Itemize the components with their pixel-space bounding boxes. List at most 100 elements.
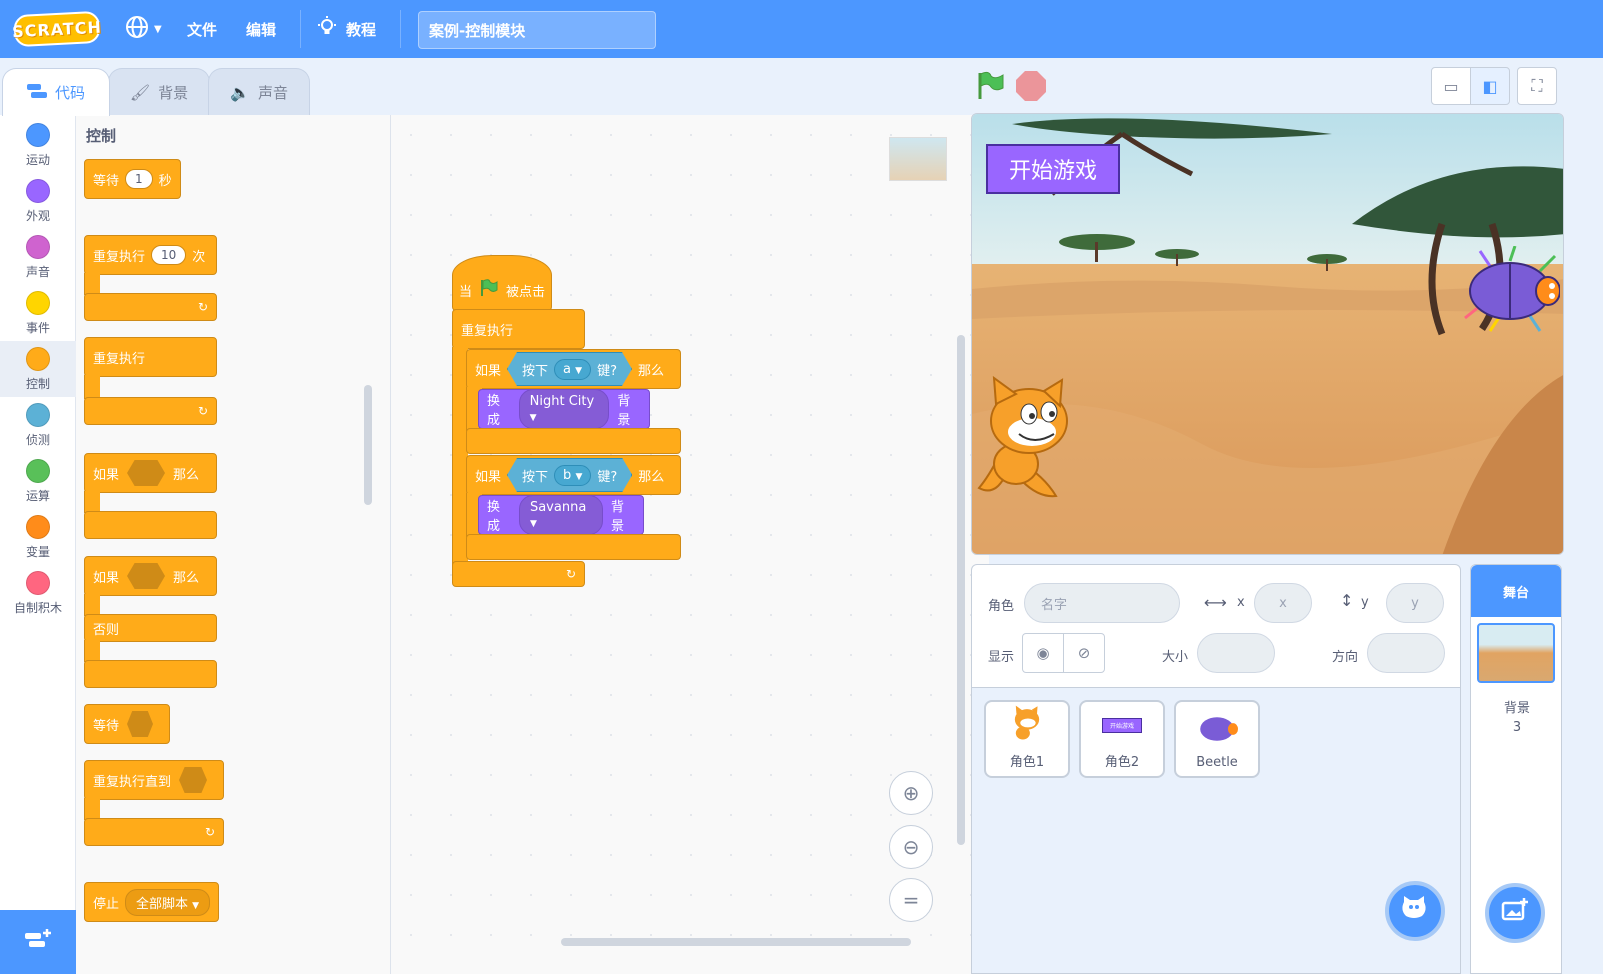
sprite-tile[interactable]: 开始游戏 角色2 — [1079, 700, 1165, 778]
block-text: 那么 — [637, 363, 664, 379]
boolean-slot[interactable] — [127, 460, 166, 486]
category-operators[interactable]: 运算 — [0, 453, 76, 509]
green-flag-button[interactable] — [977, 71, 1005, 105]
script-horizontal-scrollbar[interactable] — [561, 938, 911, 946]
block-wait-seconds[interactable]: 等待 1 秒 — [84, 159, 181, 199]
block-forever[interactable]: 重复执行 — [84, 337, 217, 377]
tab-code[interactable]: 代码 — [2, 68, 110, 116]
category-looks[interactable]: 外观 — [0, 173, 76, 229]
scratch-logo[interactable]: SCRATCH — [12, 10, 102, 48]
x-label: x — [1237, 595, 1245, 610]
edit-menu[interactable]: 编辑 — [246, 0, 276, 58]
switch-backdrop-block-2[interactable]: 换成 Savanna ▼ 背景 — [478, 495, 644, 535]
sprite-thumbnail — [1003, 705, 1051, 745]
stop-option-dropdown[interactable]: 全部脚本 ▼ — [125, 888, 211, 916]
category-motion[interactable]: 运动 — [0, 117, 76, 173]
key-pressed-block[interactable]: 按下 a ▼ 键? — [507, 352, 632, 386]
sensing-dot-icon — [26, 403, 50, 427]
block-text: 如果 — [93, 570, 120, 586]
palette-section-title: 控制 — [86, 127, 117, 145]
zoom-out-button[interactable]: ⊖ — [889, 825, 933, 869]
category-my-blocks[interactable]: 自制积木 — [0, 565, 76, 621]
hide-sprite-button[interactable]: ⊘ — [1063, 633, 1105, 673]
project-title-input[interactable]: 案例-控制模块 — [418, 11, 656, 49]
script-if-block-a[interactable]: 如果 按下 a ▼ 键? 那么 — [466, 349, 681, 389]
lightbulb-icon — [316, 16, 338, 42]
sprite-tile[interactable]: Beetle — [1174, 700, 1260, 778]
block-repeat[interactable]: 重复执行 10 次 — [84, 235, 217, 275]
backdrop-dropdown[interactable]: Savanna ▼ — [518, 495, 604, 535]
start-game-sprite[interactable]: 开始游戏 — [986, 144, 1120, 194]
tab-backdrops[interactable]: 🖌 背景 — [108, 68, 210, 116]
tab-sounds-label: 声音 — [257, 84, 288, 102]
eye-slash-icon: ⊘ — [1077, 644, 1091, 662]
small-stage-button[interactable]: ▭ — [1431, 67, 1471, 105]
key-dropdown[interactable]: a ▼ — [554, 359, 591, 380]
zoom-in-button[interactable]: ⊕ — [889, 771, 933, 815]
switch-backdrop-block-1[interactable]: 换成 Night City ▼ 背景 — [478, 389, 650, 429]
motion-dot-icon — [26, 123, 50, 147]
add-extension-button[interactable] — [0, 910, 76, 974]
script-forever-block[interactable]: 重复执行 — [452, 309, 585, 349]
language-menu[interactable]: ▼ — [124, 0, 162, 58]
block-text: 如果 — [93, 467, 120, 483]
choose-backdrop-button[interactable] — [1485, 883, 1545, 943]
key-pressed-block[interactable]: 按下 b ▼ 键? — [507, 458, 632, 492]
block-wait-until[interactable]: 等待 — [84, 704, 170, 744]
beetle-sprite[interactable] — [1460, 246, 1560, 336]
category-variables[interactable]: 变量 — [0, 509, 76, 565]
my-blocks-dot-icon — [26, 571, 50, 595]
block-c-bottom: ↻ — [84, 293, 217, 321]
boolean-slot[interactable] — [127, 711, 153, 737]
block-if-then[interactable]: 如果 那么 — [84, 453, 217, 493]
block-text: 键? — [597, 363, 617, 379]
stage-thumbnail[interactable] — [1477, 623, 1555, 683]
palette-scrollbar[interactable] — [364, 385, 372, 505]
block-number-input[interactable]: 1 — [125, 169, 153, 189]
show-sprite-button[interactable]: ◉ — [1022, 633, 1064, 673]
script-vertical-scrollbar[interactable] — [957, 335, 965, 845]
key-dropdown[interactable]: b ▼ — [554, 465, 591, 486]
block-c-arm — [84, 375, 100, 399]
boolean-slot[interactable] — [127, 563, 166, 589]
category-label: 侦测 — [25, 433, 50, 447]
category-menu: 运动 外观 声音 事件 控制 侦测 运算 变量 自制积木 — [0, 115, 76, 974]
boolean-slot[interactable] — [179, 767, 207, 793]
file-menu[interactable]: 文件 — [187, 0, 217, 58]
x-position-input[interactable]: x — [1254, 583, 1312, 623]
cat-sprite[interactable] — [974, 376, 1084, 501]
block-if-else[interactable]: 如果 那么 — [84, 556, 217, 596]
zoom-reset-button[interactable]: = — [889, 878, 933, 922]
sprite-name-input[interactable]: 名字 — [1024, 583, 1180, 623]
tab-code-label: 代码 — [54, 84, 85, 102]
stage-selector-panel[interactable]: 舞台 背景 3 — [1470, 564, 1562, 974]
category-control[interactable]: 控制 — [0, 341, 76, 397]
eye-icon: ◉ — [1036, 644, 1050, 662]
y-position-input[interactable]: y — [1386, 583, 1444, 623]
large-stage-button[interactable]: ◧ — [1470, 67, 1510, 105]
tab-sounds[interactable]: 🔈 声音 — [208, 68, 310, 116]
category-sensing[interactable]: 侦测 — [0, 397, 76, 453]
block-stop[interactable]: 停止 全部脚本 ▼ — [84, 882, 219, 922]
tutorials-menu[interactable]: 教程 — [316, 0, 376, 58]
fullscreen-button[interactable]: ⛶ — [1517, 67, 1557, 105]
choose-sprite-button[interactable] — [1385, 881, 1445, 941]
paintbrush-icon: 🖌 — [129, 83, 151, 102]
direction-label: 方向 — [1332, 650, 1359, 665]
block-text: 那么 — [173, 570, 200, 586]
backdrop-dropdown[interactable]: Night City ▼ — [518, 389, 610, 429]
size-input[interactable] — [1197, 633, 1275, 673]
block-repeat-until[interactable]: 重复执行直到 — [84, 760, 224, 800]
script-area[interactable]: 当 被点击 重复执行 ↻ 如果 按下 a ▼ 键? 那么 换成 Night Ci… — [391, 115, 989, 974]
direction-input[interactable] — [1367, 633, 1445, 673]
cat-plus-icon — [1400, 894, 1430, 928]
add-extension-icon — [23, 927, 53, 957]
script-if-block-b[interactable]: 如果 按下 b ▼ 键? 那么 — [466, 455, 681, 495]
category-sound[interactable]: 声音 — [0, 229, 76, 285]
block-text: 按下 — [522, 363, 549, 379]
block-number-input[interactable]: 10 — [151, 245, 187, 265]
sprite-tile[interactable]: 角色1 — [984, 700, 1070, 778]
stop-button[interactable] — [1016, 71, 1046, 101]
stage-canvas[interactable]: 开始游戏 — [971, 113, 1564, 555]
category-events[interactable]: 事件 — [0, 285, 76, 341]
